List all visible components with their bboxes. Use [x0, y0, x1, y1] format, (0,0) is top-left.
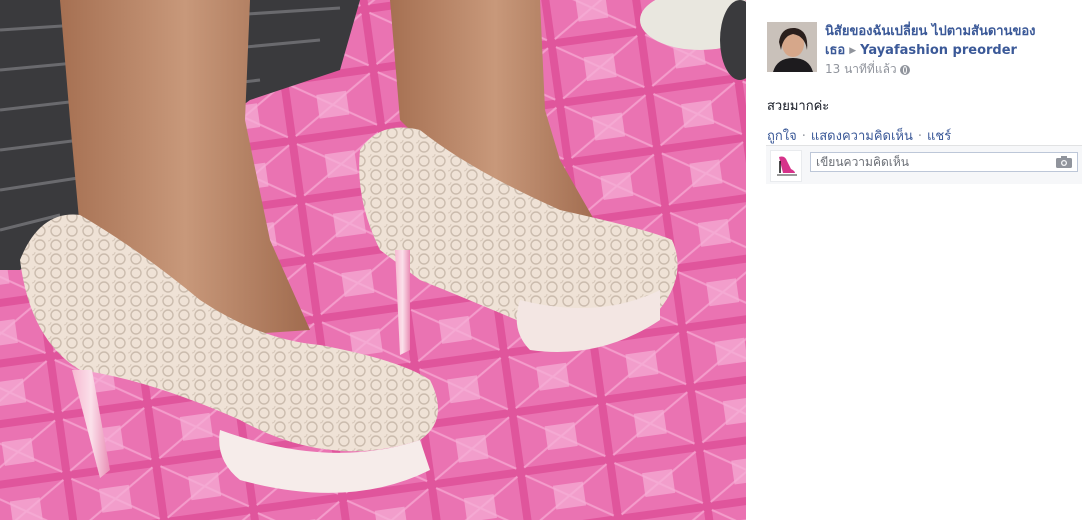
camera-icon[interactable] — [1056, 155, 1072, 168]
post-header: นิสัยของฉันเปลี่ยน ไปตามสันดานของเธอ ▶ Yay… — [767, 22, 1083, 82]
action-separator: · — [917, 129, 923, 144]
avatar-icon — [767, 22, 817, 72]
globe-icon — [899, 64, 910, 75]
page-name-link[interactable]: Yayafashion preorder — [860, 43, 1017, 58]
author-avatar[interactable] — [767, 22, 817, 72]
shoes-photo-image — [0, 0, 746, 520]
action-separator: · — [801, 129, 806, 144]
post-time[interactable]: 13 นาทีที่แล้ว — [825, 62, 897, 76]
post-author-line: นิสัยของฉันเปลี่ยน ไปตามสันดานของเธอ ▶ Yay… — [825, 22, 1083, 77]
post-sidebar: นิสัยของฉันเปลี่ยน ไปตามสันดานของเธอ ▶ Yay… — [757, 0, 1083, 520]
like-link[interactable]: ถูกใจ — [767, 129, 797, 144]
post-caption: สวยมากค่ะ — [767, 99, 830, 114]
share-link[interactable]: แชร์ — [927, 129, 951, 144]
post-meta: 13 นาทีที่แล้ว — [825, 61, 1083, 77]
arrow-right-icon: ▶ — [849, 46, 857, 56]
page-avatar[interactable] — [770, 150, 802, 182]
high-heel-logo-icon — [771, 151, 801, 181]
comment-link[interactable]: แสดงความคิดเห็น — [811, 129, 913, 144]
comment-composer — [766, 145, 1082, 184]
post-actions: ถูกใจ · แสดงความคิดเห็น · แชร์ — [767, 125, 951, 146]
post-photo[interactable] — [0, 0, 746, 520]
comment-input[interactable] — [810, 152, 1078, 172]
